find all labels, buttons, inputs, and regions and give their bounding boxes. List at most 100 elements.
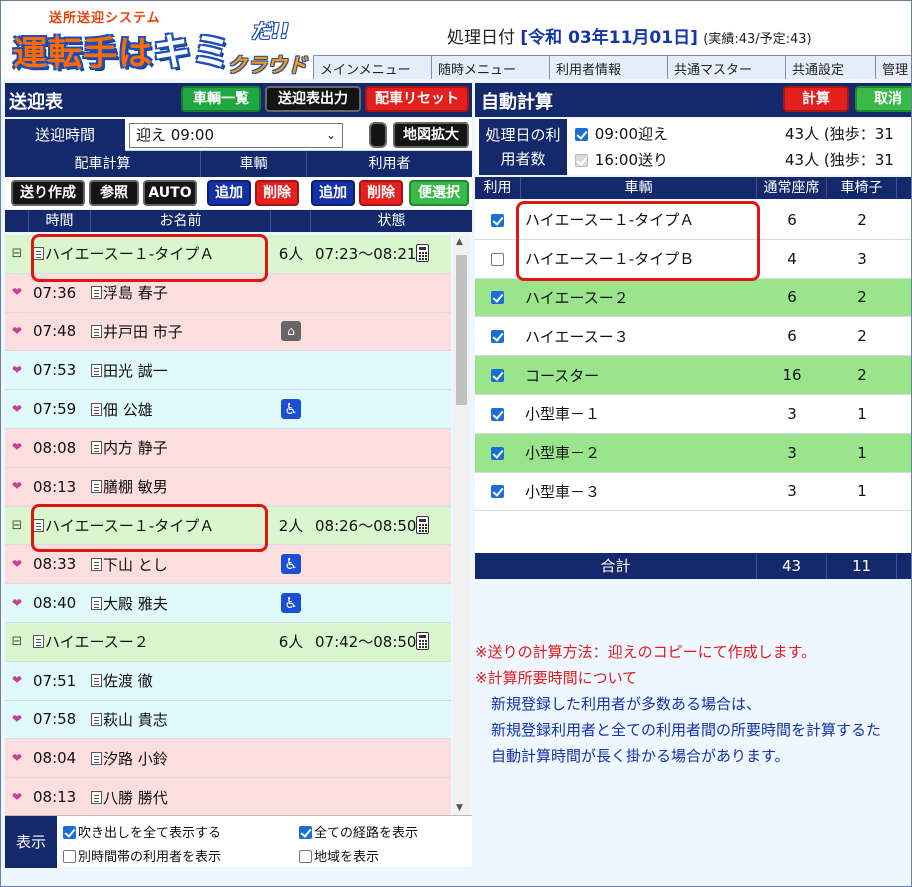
use-checkbox[interactable] <box>475 288 521 306</box>
checkbox-icon[interactable] <box>299 850 312 863</box>
expand-heart-icon[interactable]: ❤ <box>5 712 29 727</box>
opt-other-timeslot[interactable]: 別時間帯の利用者を表示 <box>63 846 221 865</box>
reference-button[interactable]: 参照 <box>89 180 139 206</box>
auto-button[interactable]: AUTO <box>143 180 197 206</box>
passenger-row[interactable]: ❤ 08:04 汐路 小鈴 <box>5 739 451 779</box>
checkbox-icon[interactable] <box>490 330 504 344</box>
checkbox-icon[interactable] <box>299 826 312 839</box>
passenger-row[interactable]: ❤ 08:08 内方 静子 <box>5 428 451 468</box>
map-enlarge-button[interactable]: 地図拡大 <box>393 122 469 148</box>
vehicle-row[interactable]: ハイエースー３ 6 2 <box>475 317 911 357</box>
send-create-button[interactable]: 送り作成 <box>11 180 85 206</box>
passenger-row[interactable]: ❤ 07:59 佃 公雄 ♿ <box>5 390 451 429</box>
vehicle-group-row[interactable]: ⊟ ハイエースー２ 6人 07:42～08:50 <box>5 622 451 662</box>
pickup-table-title: 送迎表 <box>9 92 63 113</box>
section-vehicle: 車輌 <box>201 151 307 177</box>
expand-heart-icon[interactable]: ❤ <box>5 402 29 417</box>
count-line-pickup[interactable]: 09:00迎え <box>575 123 668 144</box>
passenger-row[interactable]: ❤ 08:13 膳棚 敏男 <box>5 467 451 507</box>
collapse-icon[interactable]: ⊟ <box>5 246 29 261</box>
use-checkbox[interactable] <box>475 482 521 500</box>
opt-show-balloons[interactable]: 吹き出しを全て表示する <box>63 822 221 841</box>
passenger-row[interactable]: ❤ 07:53 田光 誠一 <box>5 351 451 391</box>
cancel-button[interactable]: 取消 <box>855 86 911 112</box>
passenger-name: 佐渡 徹 <box>91 670 271 691</box>
use-checkbox[interactable] <box>475 405 521 423</box>
checkbox-icon[interactable] <box>63 850 76 863</box>
scroll-up-icon[interactable]: ▲ <box>456 237 463 247</box>
passenger-row[interactable]: ❤ 08:40 大殿 雅夫 ♿ <box>5 584 451 623</box>
collapse-icon[interactable]: ⊟ <box>5 634 29 649</box>
toggle-pill[interactable] <box>369 122 387 148</box>
processing-date-value[interactable]: [令和 03年11月01日] <box>520 28 697 48</box>
scroll-thumb[interactable] <box>456 255 467 405</box>
calculator-icon[interactable] <box>416 632 430 651</box>
pickup-column-headers: 時間 お名前 状態 <box>5 210 472 232</box>
checkbox-icon[interactable] <box>490 213 504 227</box>
use-checkbox[interactable] <box>475 250 521 268</box>
vehicle-add-button[interactable]: 追加 <box>207 180 251 206</box>
checkbox-icon[interactable] <box>490 369 504 383</box>
expand-heart-icon[interactable]: ❤ <box>5 440 29 455</box>
calculator-icon[interactable] <box>416 515 430 534</box>
use-checkbox[interactable] <box>475 211 521 229</box>
vehicle-row[interactable]: コースター 16 2 <box>475 356 911 395</box>
vehicle-row[interactable]: 小型車－２ 3 1 <box>475 433 911 473</box>
dispatch-reset-button[interactable]: 配車リセット <box>365 86 469 112</box>
checkbox-icon[interactable] <box>490 407 504 421</box>
vehicle-list-button[interactable]: 車輌一覧 <box>181 86 261 112</box>
checkbox-icon[interactable] <box>490 485 504 499</box>
vehicle-row[interactable]: ハイエースー２ 6 2 <box>475 278 911 318</box>
passenger-name: 田光 誠一 <box>91 360 271 381</box>
use-checkbox[interactable] <box>475 327 521 345</box>
checkbox-icon[interactable] <box>490 446 504 460</box>
time-select[interactable]: 迎え 09:00 ⌄ <box>129 123 343 148</box>
passenger-time: 08:33 <box>33 555 77 574</box>
passenger-row[interactable]: ❤ 08:13 八勝 勝代 <box>5 778 451 815</box>
checkbox-icon[interactable] <box>575 128 588 141</box>
menu-main[interactable]: メインメニュー <box>313 55 431 79</box>
passenger-row[interactable]: ❤ 07:51 佐渡 徹 <box>5 661 451 701</box>
opt-show-routes[interactable]: 全ての経路を表示 <box>299 822 418 841</box>
processing-date: 処理日付 [令和 03年11月01日] (実績:43/予定:43) <box>447 23 812 48</box>
vehicle-seats: 3 <box>787 443 797 462</box>
opt-show-region[interactable]: 地域を表示 <box>299 846 379 865</box>
collapse-icon[interactable]: ⊟ <box>5 518 29 533</box>
expand-heart-icon[interactable]: ❤ <box>5 363 29 378</box>
menu-common-master[interactable]: 共通マスター <box>667 55 785 79</box>
expand-heart-icon[interactable]: ❤ <box>5 557 29 572</box>
convenient-select-button[interactable]: 便選択 <box>409 180 469 206</box>
checkbox-icon[interactable] <box>490 252 504 266</box>
passenger-time: 07:48 <box>33 322 77 341</box>
expand-heart-icon[interactable]: ❤ <box>5 479 29 494</box>
use-checkbox[interactable] <box>475 444 521 462</box>
user-add-button[interactable]: 追加 <box>311 180 355 206</box>
menu-admin[interactable]: 管理 <box>875 55 911 79</box>
table-output-button[interactable]: 送迎表出力 <box>265 86 361 112</box>
user-delete-button[interactable]: 削除 <box>359 180 403 206</box>
expand-heart-icon[interactable]: ❤ <box>5 751 29 766</box>
vehicle-delete-button[interactable]: 削除 <box>255 180 299 206</box>
total-wheelchair: 11 <box>827 553 897 579</box>
menu-common-settings[interactable]: 共通設定 <box>785 55 875 79</box>
menu-anytime[interactable]: 随時メニュー <box>431 55 549 79</box>
checkbox-icon[interactable] <box>63 826 76 839</box>
expand-heart-icon[interactable]: ❤ <box>5 285 29 300</box>
logo-main-text: 運転手は <box>13 34 153 74</box>
passenger-row[interactable]: ❤ 07:48 井戸田 市子 ⌂ <box>5 312 451 352</box>
expand-heart-icon[interactable]: ❤ <box>5 596 29 611</box>
checkbox-icon[interactable] <box>490 291 504 305</box>
menu-user-info[interactable]: 利用者情報 <box>549 55 667 79</box>
scroll-down-icon[interactable]: ▼ <box>456 803 463 813</box>
expand-heart-icon[interactable]: ❤ <box>5 324 29 339</box>
expand-heart-icon[interactable]: ❤ <box>5 673 29 688</box>
use-checkbox[interactable] <box>475 366 521 384</box>
group-count: 6人 <box>278 245 304 264</box>
calculator-icon[interactable] <box>416 244 430 263</box>
expand-heart-icon[interactable]: ❤ <box>5 790 29 805</box>
calculate-button[interactable]: 計算 <box>783 86 849 112</box>
pickup-scrollbar[interactable]: ▲ ▼ <box>453 235 470 815</box>
vehicle-row[interactable]: 小型車－３ 3 1 <box>475 472 911 512</box>
vehicle-row[interactable]: 小型車－１ 3 1 <box>475 394 911 434</box>
passenger-row[interactable]: ❤ 07:58 萩山 貴志 <box>5 700 451 740</box>
